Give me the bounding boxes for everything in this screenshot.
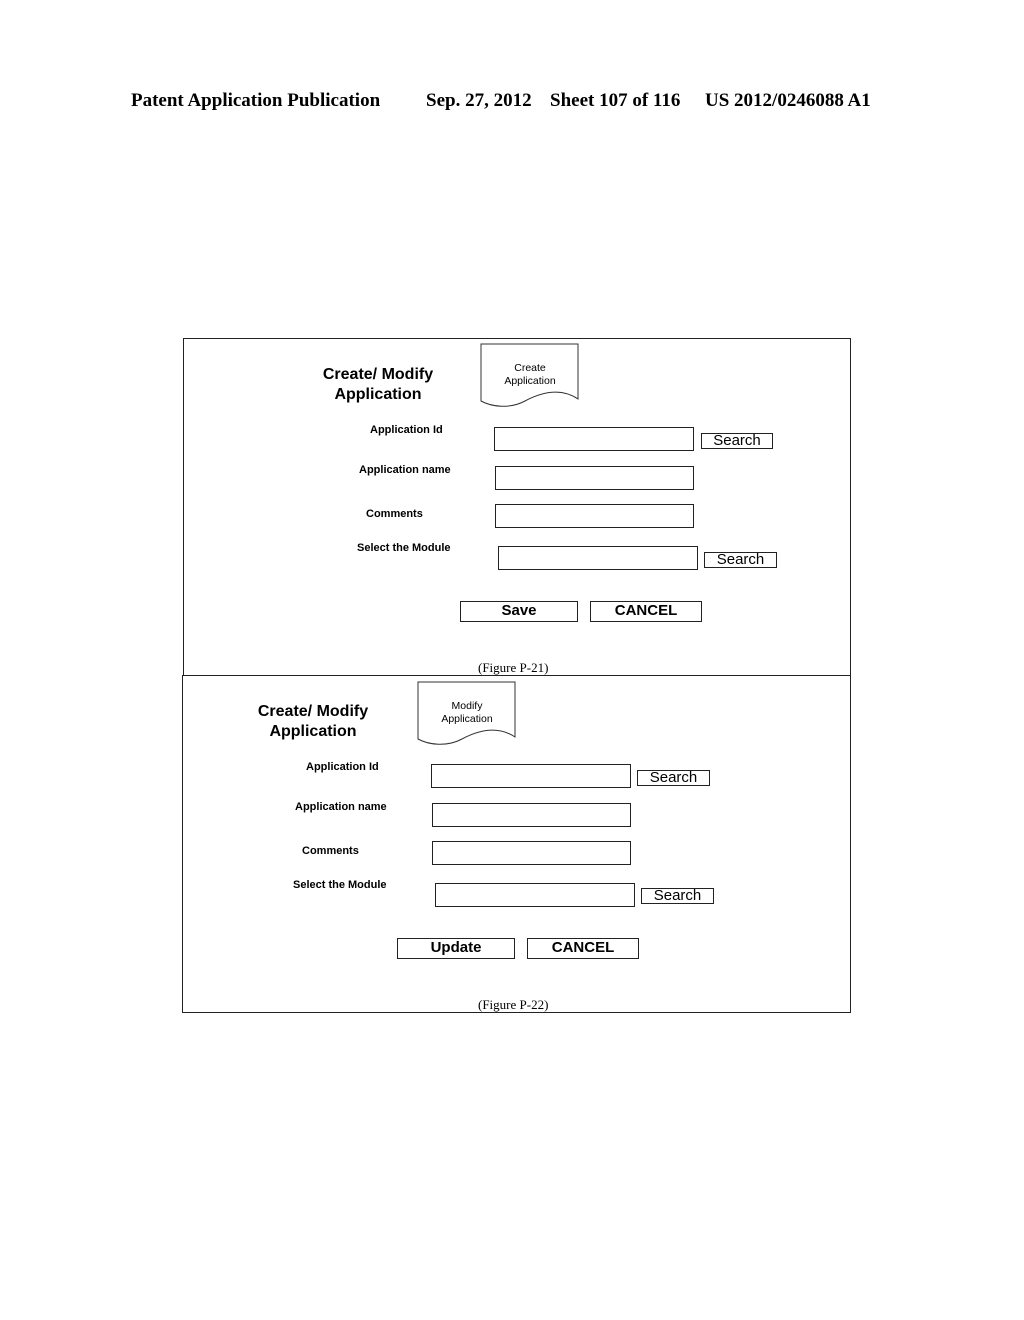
figure-p22-panel: Create/ Modify Application Modify Applic… [182,675,851,1013]
document-label-line1: Modify [451,700,483,712]
application-id-search-button[interactable]: Search [701,433,773,449]
module-search-button[interactable]: Search [641,888,714,904]
cancel-button[interactable]: CANCEL [527,938,639,959]
module-search-button[interactable]: Search [704,552,777,568]
comments-label: Comments [366,508,423,520]
select-module-label: Select the Module [357,542,451,554]
document-icon: Create Application [480,343,580,411]
application-name-label: Application name [295,801,387,813]
application-name-input[interactable] [495,466,694,490]
form-title-line1: Create/ Modify [322,366,434,383]
form-title: Create/ Modify Application [300,365,456,405]
publication-label: Patent Application Publication [131,90,381,111]
form-title: Create/ Modify Application [235,702,391,742]
comments-label: Comments [302,845,359,857]
form-title-line2: Application [334,386,422,403]
comments-input[interactable] [432,841,631,865]
application-id-label: Application Id [370,424,443,436]
cancel-button[interactable]: CANCEL [590,601,702,622]
form-title-line1: Create/ Modify [257,703,369,720]
patent-number: US 2012/0246088 A1 [705,90,871,111]
document-icon: Modify Application [417,681,517,749]
form-title-line2: Application [269,723,357,740]
save-button[interactable]: Save [460,601,578,622]
application-id-label: Application Id [306,761,379,773]
sheet-number: Sheet 107 of 116 [550,90,681,111]
select-module-label: Select the Module [293,879,387,891]
figure-caption: (Figure P-22) [478,997,549,1012]
document-label-line2: Application [504,375,556,387]
application-id-input[interactable] [494,427,694,451]
document-label-line1: Create [514,362,546,374]
application-name-label: Application name [359,464,451,476]
publication-date: Sep. 27, 2012 [426,90,532,111]
figure-p21-panel: Create/ Modify Application Create Applic… [183,338,851,676]
application-id-search-button[interactable]: Search [637,770,710,786]
update-button[interactable]: Update [397,938,515,959]
module-input[interactable] [435,883,635,907]
application-id-input[interactable] [431,764,631,788]
document-label-line2: Application [441,713,493,725]
comments-input[interactable] [495,504,694,528]
application-name-input[interactable] [432,803,631,827]
module-input[interactable] [498,546,698,570]
figure-caption: (Figure P-21) [478,660,549,675]
